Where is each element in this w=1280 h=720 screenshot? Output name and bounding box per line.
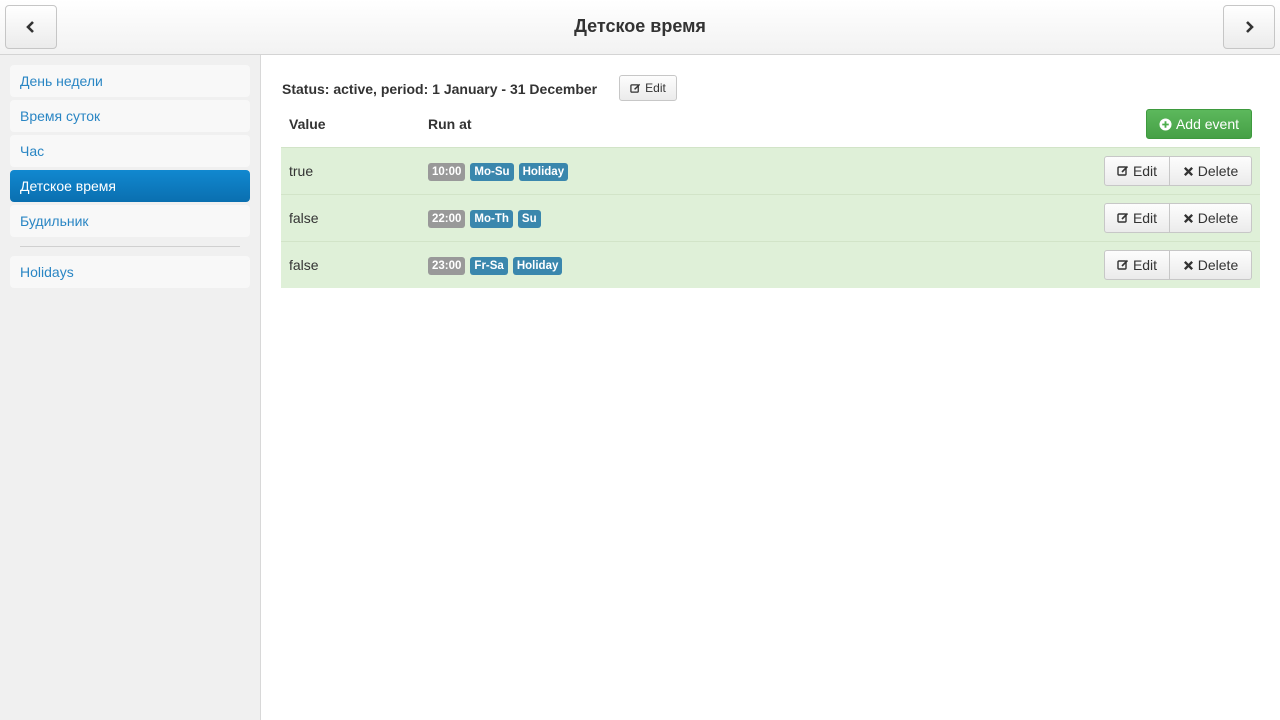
column-header-run-at: Run at: [428, 116, 472, 132]
time-badge: 10:00: [428, 163, 466, 181]
run-at-labels: 22:00 Mo-Th Su: [428, 210, 541, 228]
sidebar-item-alarm[interactable]: Будильник: [10, 205, 250, 237]
sidebar-item-day-of-week[interactable]: День недели: [10, 65, 250, 97]
delete-label: Delete: [1197, 163, 1239, 179]
status-edit-button[interactable]: Edit: [619, 75, 677, 101]
day-badge: Mo-Su: [470, 163, 514, 181]
sidebar: День недели Время суток Час Детское врем…: [0, 55, 261, 720]
time-badge: 22:00: [428, 210, 466, 228]
day-badge: Mo-Th: [470, 210, 513, 228]
delete-label: Delete: [1197, 257, 1239, 273]
row-value: true: [289, 163, 314, 179]
delete-button[interactable]: Delete: [1170, 250, 1252, 280]
row-actions: Edit Delete: [1104, 250, 1252, 280]
edit-label: Edit: [1132, 257, 1158, 273]
column-header-value: Value: [289, 116, 326, 132]
edit-icon: [1117, 259, 1129, 270]
row-actions: Edit Delete: [1104, 203, 1252, 233]
chevron-right-icon: [1246, 21, 1254, 33]
close-icon: [1183, 166, 1193, 176]
add-event-label: Add event: [1175, 116, 1240, 132]
table-row: false 23:00 Fr-Sa Holiday Edit Delete: [281, 241, 1260, 288]
plus-circle-icon: [1159, 117, 1172, 131]
edit-icon: [1117, 212, 1129, 223]
day-badge: Holiday: [512, 257, 563, 275]
close-icon: [1183, 260, 1193, 270]
edit-button[interactable]: Edit: [1104, 250, 1170, 280]
add-event-button[interactable]: Add event: [1146, 109, 1252, 139]
sidebar-item-kids-time[interactable]: Детское время: [10, 170, 250, 202]
row-value: false: [289, 257, 319, 273]
day-badge: Fr-Sa: [470, 257, 508, 275]
status-text: Status: active, period: 1 January - 31 D…: [282, 81, 598, 97]
next-button[interactable]: [1223, 5, 1275, 49]
page-title: Детское время: [574, 16, 706, 36]
run-at-labels: 23:00 Fr-Sa Holiday: [428, 257, 563, 275]
sidebar-item-holidays[interactable]: Holidays: [10, 256, 250, 288]
close-icon: [1183, 213, 1193, 223]
main-content: Status: active, period: 1 January - 31 D…: [261, 55, 1280, 720]
edit-icon: [1117, 165, 1129, 176]
time-badge: 23:00: [428, 257, 466, 275]
day-badge: Holiday: [518, 163, 569, 181]
edit-icon: [630, 83, 641, 93]
delete-label: Delete: [1197, 210, 1239, 226]
edit-button[interactable]: Edit: [1104, 156, 1170, 186]
sidebar-divider: [20, 246, 240, 247]
row-actions: Edit Delete: [1104, 156, 1252, 186]
status-edit-label: Edit: [645, 81, 666, 95]
delete-button[interactable]: Delete: [1170, 203, 1252, 233]
delete-button[interactable]: Delete: [1170, 156, 1252, 186]
edit-label: Edit: [1132, 163, 1158, 179]
sidebar-item-time-of-day[interactable]: Время суток: [10, 100, 250, 132]
day-badge: Su: [517, 210, 541, 228]
table-row: true 10:00 Mo-Su Holiday Edit Delete: [281, 147, 1260, 194]
sidebar-item-hour[interactable]: Час: [10, 135, 250, 167]
edit-button[interactable]: Edit: [1104, 203, 1170, 233]
run-at-labels: 10:00 Mo-Su Holiday: [428, 163, 569, 181]
table-row: false 22:00 Mo-Th Su Edit Delete: [281, 194, 1260, 241]
row-value: false: [289, 210, 319, 226]
top-bar: Детское время: [0, 0, 1280, 55]
edit-label: Edit: [1132, 210, 1158, 226]
